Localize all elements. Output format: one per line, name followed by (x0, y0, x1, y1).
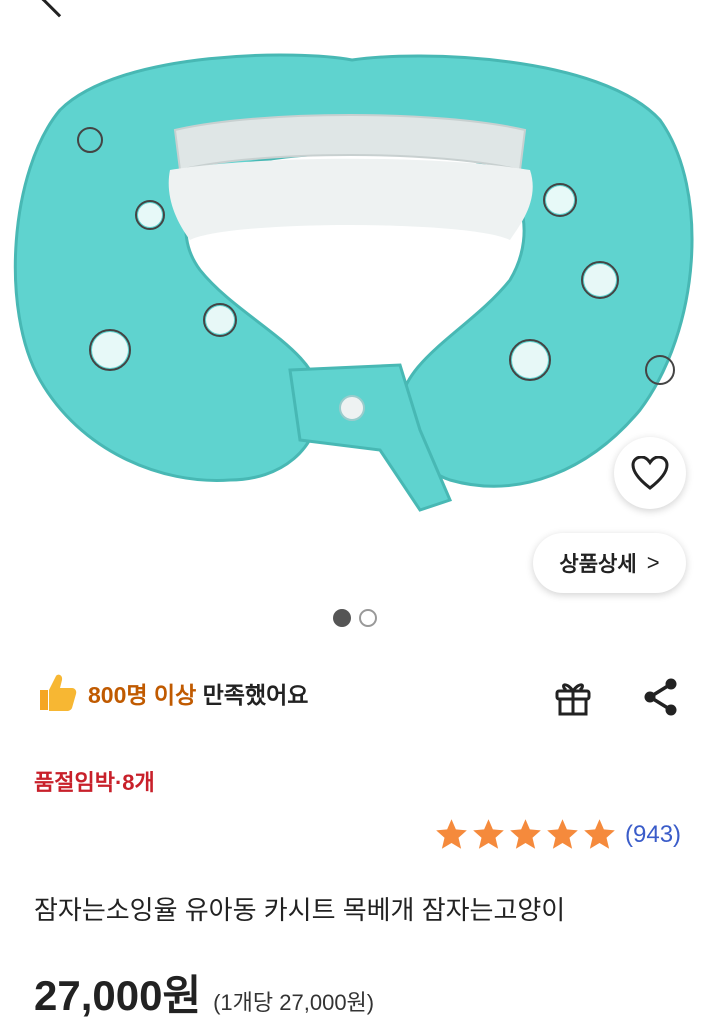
carousel-dot-1[interactable] (333, 609, 351, 627)
thumbs-up-icon (40, 674, 77, 711)
share-button[interactable] (640, 676, 682, 718)
back-arrow-icon[interactable] (40, 0, 78, 18)
satisfaction-row: 800명 이상 만족했어요 (36, 672, 308, 714)
star-icon (584, 819, 615, 849)
share-icon (644, 678, 677, 716)
satisfaction-text: 800명 이상 만족했어요 (88, 676, 308, 710)
product-image-area[interactable]: 상품상세 > (0, 0, 704, 650)
product-image (13, 53, 694, 512)
gift-button[interactable] (552, 676, 594, 718)
wishlist-button[interactable] (614, 437, 686, 509)
product-price: 27,000원 (34, 972, 202, 1019)
unit-price: (1개당 27,000원) (213, 990, 375, 1015)
satisfaction-count: 800명 이상 (88, 682, 197, 708)
product-detail-button[interactable]: 상품상세 > (533, 533, 686, 593)
product-detail-label: 상품상세 (559, 553, 637, 576)
chevron-right-icon: > (646, 550, 660, 575)
rating-row[interactable]: (943) (434, 817, 681, 852)
stock-warning: 품절임박·8개 (34, 770, 155, 795)
star-icon (547, 819, 578, 849)
heart-icon (631, 456, 669, 490)
carousel-indicator (333, 609, 377, 627)
carousel-dot-2[interactable] (359, 609, 377, 627)
product-title: 잠자는소잉율 유아동 카시트 목베개 잠자는고양이 (34, 895, 566, 925)
gift-icon (555, 683, 591, 716)
star-icon (436, 819, 467, 849)
star-icon (510, 819, 541, 849)
review-count-link[interactable]: (943) (625, 821, 681, 849)
satisfaction-suffix: 만족했어요 (202, 682, 309, 708)
star-icon (473, 819, 504, 849)
price-row: 27,000원 (1개당 27,000원) (34, 962, 374, 1023)
